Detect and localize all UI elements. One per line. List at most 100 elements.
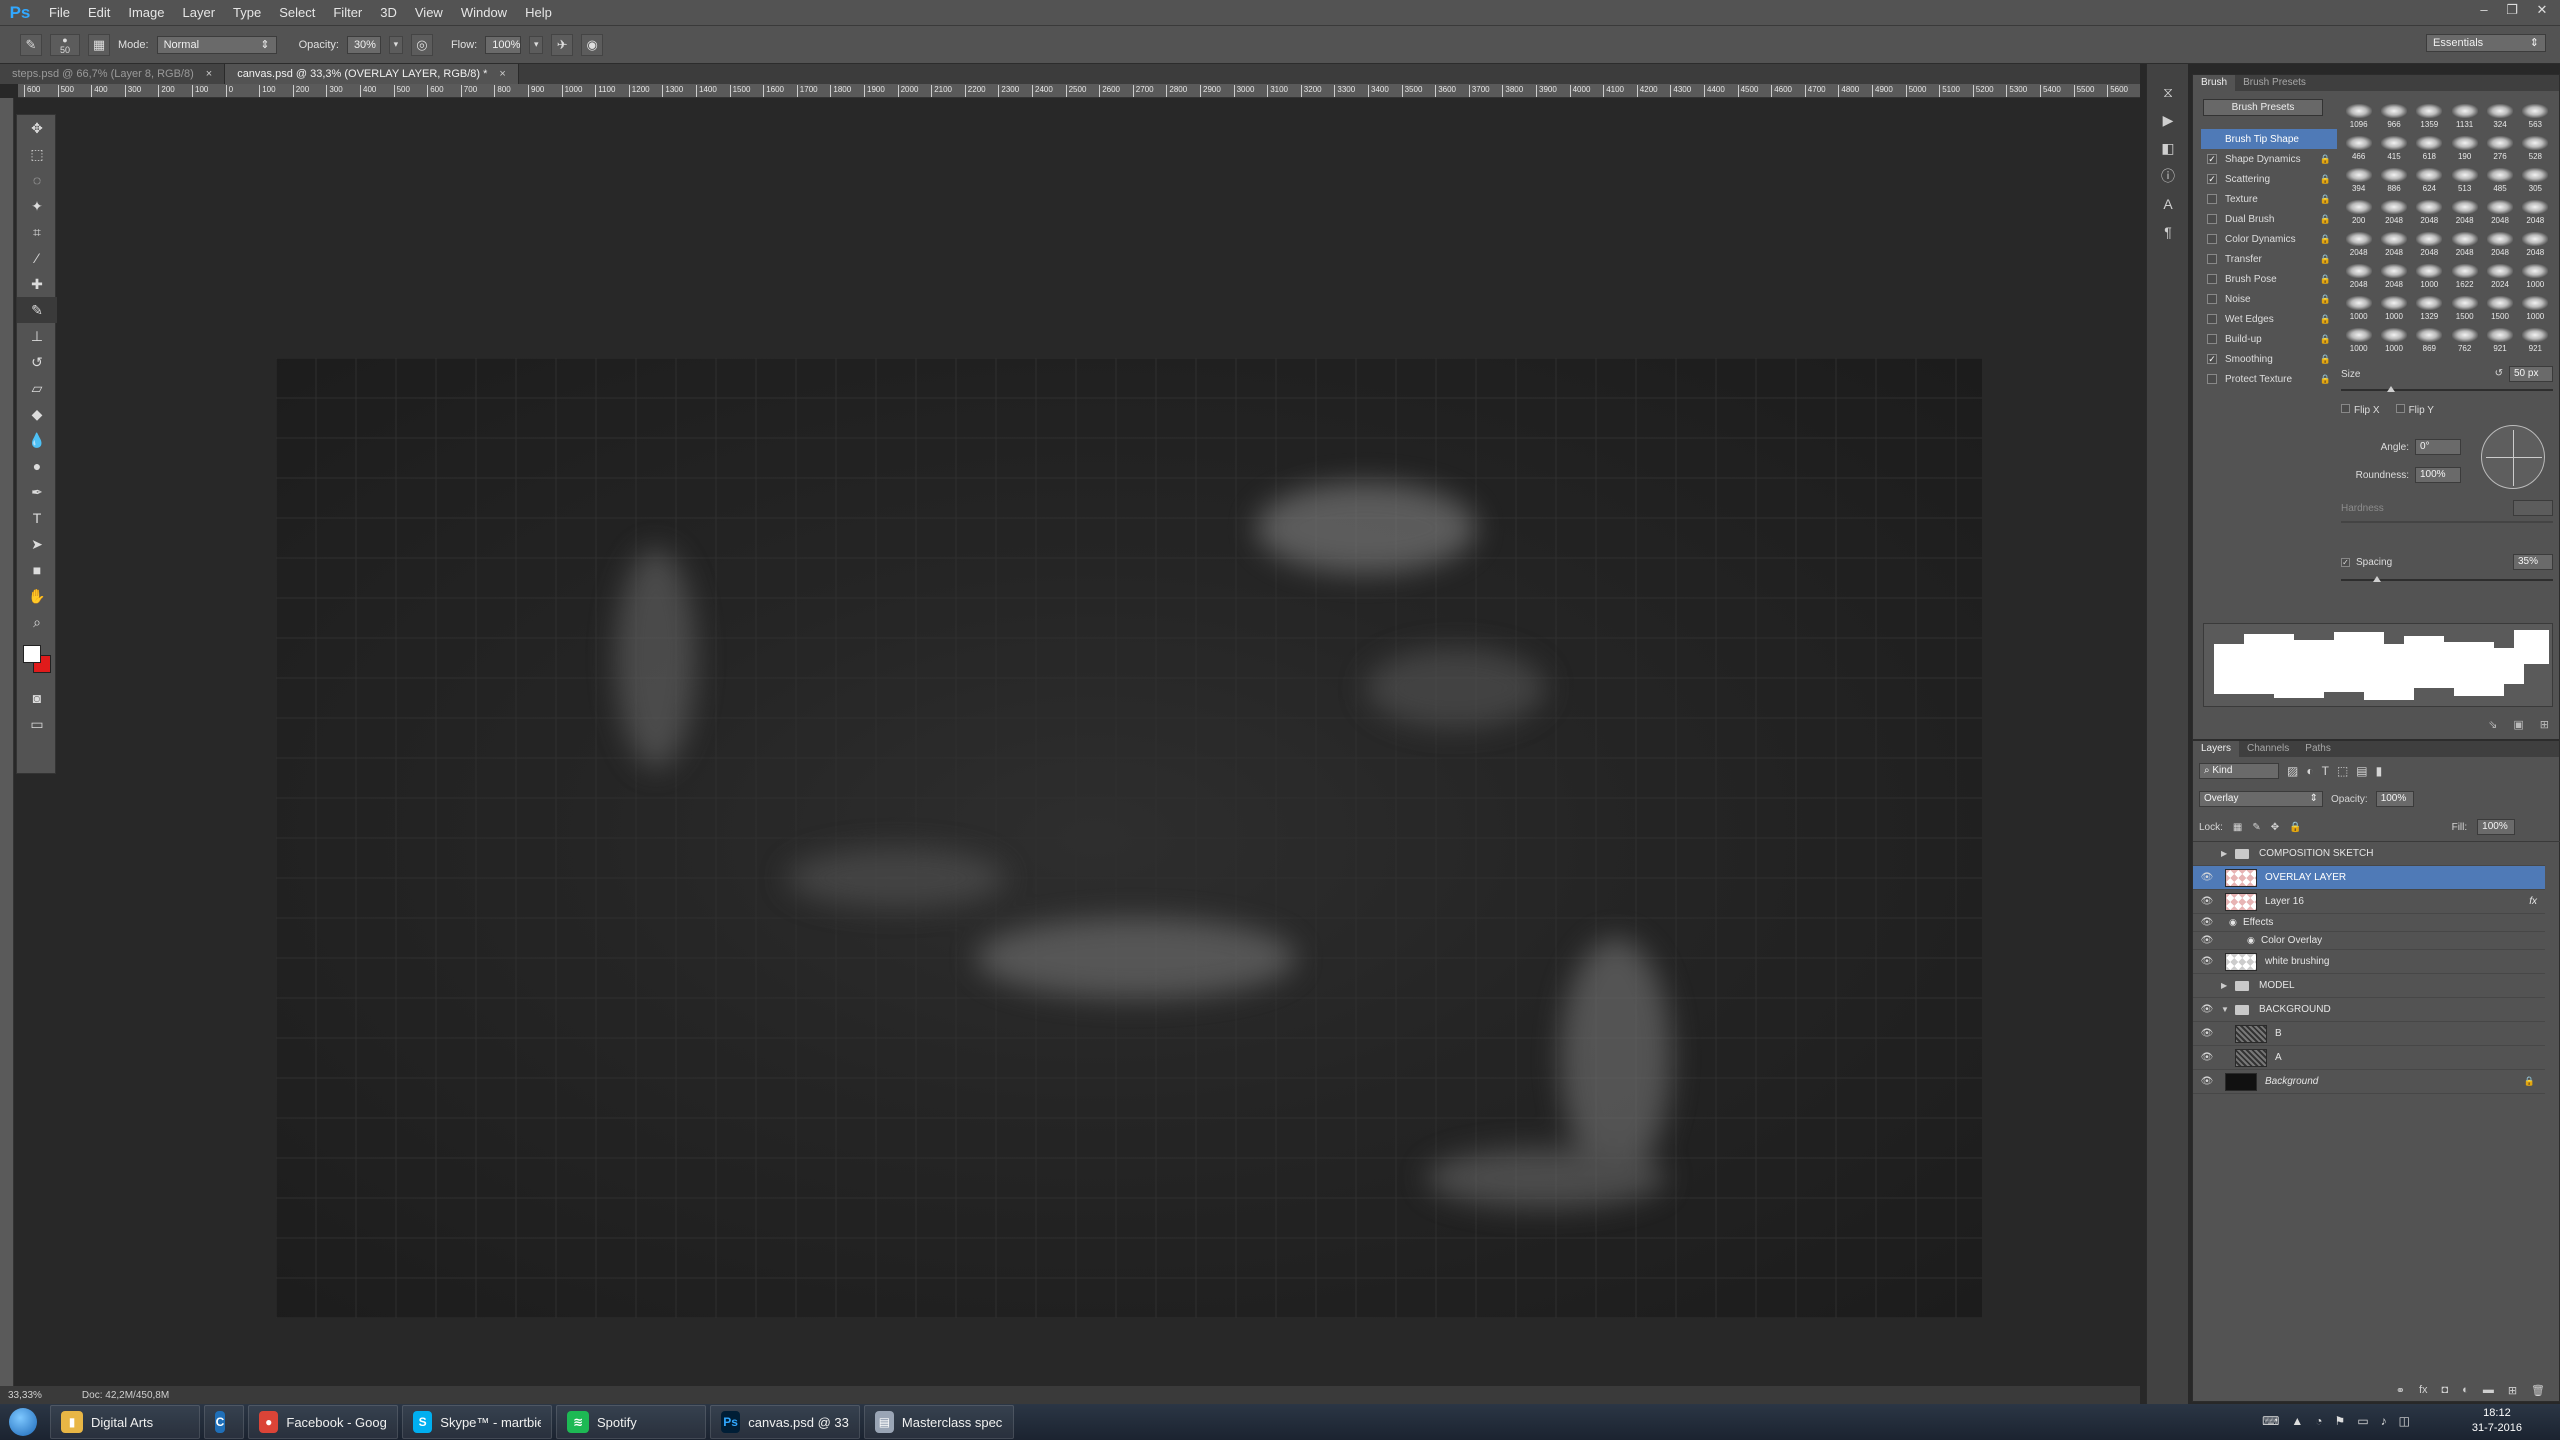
crop-tool-icon[interactable]: ⌗: [17, 219, 57, 245]
brush-option-checkbox[interactable]: [2207, 314, 2217, 324]
zoom-tool-icon[interactable]: ⌕: [17, 609, 57, 635]
new-layer-icon[interactable]: ⊞: [2508, 1384, 2517, 1397]
brush-tip-preset[interactable]: 190: [2447, 129, 2482, 161]
brush-tip-preset[interactable]: 2048: [2376, 257, 2411, 289]
brush-size-picker[interactable]: ● 50: [50, 33, 80, 56]
brush-option-checkbox[interactable]: [2207, 274, 2217, 284]
menu-select[interactable]: Select: [270, 5, 324, 20]
brush-tip-preset[interactable]: 1000: [2518, 257, 2553, 289]
brush-tip-preset[interactable]: 1329: [2412, 289, 2447, 321]
lock-icon[interactable]: 🔒: [2320, 214, 2331, 225]
effect-eye-icon[interactable]: ◉: [2221, 935, 2261, 946]
flow-dropdown-icon[interactable]: ▾: [529, 35, 544, 54]
character-icon[interactable]: A: [2147, 190, 2189, 218]
visibility-eye-icon[interactable]: 👁: [2193, 935, 2221, 946]
lock-icon[interactable]: 🔒: [2320, 234, 2331, 245]
brush-option-brush-pose[interactable]: Brush Pose 🔒: [2201, 269, 2337, 289]
filter-smart-object-icon[interactable]: ▤: [2356, 764, 2367, 778]
chevron-right-icon[interactable]: ▶: [2221, 981, 2235, 990]
brush-option-checkbox[interactable]: [2207, 254, 2217, 264]
brush-option-texture[interactable]: Texture 🔒: [2201, 189, 2337, 209]
mode-select[interactable]: Normal ⇕: [156, 35, 277, 54]
delete-layer-icon[interactable]: 🗑: [2531, 1384, 2545, 1397]
visibility-eye-icon[interactable]: 👁: [2193, 1004, 2221, 1015]
menu-filter[interactable]: Filter: [324, 5, 371, 20]
flip-y-checkbox[interactable]: [2395, 404, 2405, 413]
document-tab[interactable]: canvas.psd @ 33,3% (OVERLAY LAYER, RGB/8…: [225, 64, 519, 84]
lock-icon[interactable]: 🔒: [2320, 314, 2331, 325]
brush-tip-preset[interactable]: 2048: [2447, 225, 2482, 257]
move-tool-icon[interactable]: ✥: [17, 115, 57, 141]
lock-icon[interactable]: 🔒: [2320, 154, 2331, 165]
add-layer-style-icon[interactable]: fx: [2419, 1384, 2428, 1397]
lock-icon[interactable]: 🔒: [2320, 374, 2331, 385]
history-brush-tool-icon[interactable]: ↺: [17, 349, 57, 375]
document-canvas[interactable]: [276, 358, 1982, 1318]
marquee-tool-icon[interactable]: ⬚: [17, 141, 57, 167]
tab-layers[interactable]: Layers: [2193, 741, 2240, 757]
brush-option-checkbox[interactable]: [2207, 374, 2217, 384]
brush-tip-preset[interactable]: 1000: [2412, 257, 2447, 289]
size-slider-knob[interactable]: [2387, 386, 2395, 392]
menu-help[interactable]: Help: [516, 5, 561, 20]
spacing-checkbox[interactable]: ✓: [2341, 557, 2350, 567]
restore-button[interactable]: ❐: [2498, 0, 2526, 20]
lock-icon[interactable]: 🔒: [2320, 194, 2331, 205]
brush-tip-preset[interactable]: 2048: [2412, 193, 2447, 225]
filter-type-icon[interactable]: T: [2322, 764, 2329, 778]
menu-window[interactable]: Window: [452, 5, 516, 20]
create-new-brush-icon[interactable]: ⊞: [2540, 718, 2549, 731]
layer-row[interactable]: 👁 Layer 16 fx: [2193, 890, 2545, 914]
brush-tip-preset[interactable]: 324: [2482, 97, 2517, 129]
brush-tip-preset[interactable]: 1000: [2518, 289, 2553, 321]
brush-tip-preset[interactable]: 2048: [2518, 225, 2553, 257]
brush-option-scattering[interactable]: ✓ Scattering 🔒: [2201, 169, 2337, 189]
brush-option-checkbox[interactable]: ✓: [2207, 154, 2217, 164]
brush-tip-preset[interactable]: 1000: [2341, 321, 2376, 353]
brush-option-build-up[interactable]: Build-up 🔒: [2201, 329, 2337, 349]
layer-effects-badge[interactable]: fx: [2529, 896, 2537, 907]
brush-option-color-dynamics[interactable]: Color Dynamics 🔒: [2201, 229, 2337, 249]
lock-transparent-icon[interactable]: ▦: [2233, 822, 2242, 833]
brush-tip-preset[interactable]: 618: [2412, 129, 2447, 161]
lock-icon[interactable]: 🔒: [2320, 274, 2331, 285]
lock-image-icon[interactable]: ✎: [2252, 822, 2260, 833]
taskbar-item[interactable]: S Skype™ - martbie...: [402, 1405, 552, 1439]
close-tab-icon[interactable]: ×: [206, 68, 212, 80]
canvas-area[interactable]: [56, 98, 2134, 1386]
brush-tip-preset[interactable]: 1622: [2447, 257, 2482, 289]
fill-field[interactable]: 100%: [2477, 819, 2516, 835]
brush-tip-preset[interactable]: 485: [2482, 161, 2517, 193]
filter-pixel-icon[interactable]: ▨: [2287, 764, 2298, 778]
open-preset-manager-icon[interactable]: ▣: [2513, 718, 2523, 731]
brush-tip-preset[interactable]: 2048: [2447, 193, 2482, 225]
menu-layer[interactable]: Layer: [174, 5, 225, 20]
menu-image[interactable]: Image: [119, 5, 173, 20]
brush-tip-preset[interactable]: 1131: [2447, 97, 2482, 129]
brush-tool-preset-picker[interactable]: ✎: [20, 33, 42, 56]
pressure-size-icon[interactable]: ◉: [581, 33, 604, 56]
path-selection-tool-icon[interactable]: ➤: [17, 531, 57, 557]
layer-thumbnail[interactable]: [2235, 1048, 2267, 1067]
tab-channels[interactable]: Channels: [2239, 741, 2297, 757]
taskbar-item[interactable]: Ps canvas.psd @ 33,...: [710, 1405, 860, 1439]
brush-tip-preset[interactable]: 2048: [2376, 193, 2411, 225]
taskbar-item[interactable]: C: [204, 1405, 244, 1439]
layer-row[interactable]: 👁 OVERLAY LAYER: [2193, 866, 2545, 890]
document-size[interactable]: Doc: 42,2M/450,8M: [82, 1390, 169, 1401]
taskbar-clock[interactable]: 18:12 31-7-2016: [2472, 1406, 2522, 1436]
screen-mode-icon[interactable]: ▭: [17, 711, 57, 737]
layer-row[interactable]: 👁 ◉ Effects: [2193, 914, 2545, 932]
healing-brush-tool-icon[interactable]: ✚: [17, 271, 57, 297]
brush-option-checkbox[interactable]: ✓: [2207, 354, 2217, 364]
visibility-eye-icon[interactable]: 👁: [2193, 956, 2221, 967]
filter-shape-icon[interactable]: ⬚: [2337, 764, 2348, 778]
taskbar-item[interactable]: ≋ Spotify: [556, 1405, 706, 1439]
brush-angle-widget[interactable]: [2481, 425, 2545, 489]
layer-row[interactable]: 👁 Background 🔒: [2193, 1070, 2545, 1094]
layer-row[interactable]: 👁 ▼ BACKGROUND: [2193, 998, 2545, 1022]
brush-tip-preset[interactable]: 921: [2518, 321, 2553, 353]
layer-thumbnail[interactable]: [2225, 868, 2257, 887]
reset-size-icon[interactable]: ↺: [2495, 368, 2503, 379]
zoom-level[interactable]: 33,33%: [8, 1390, 42, 1401]
